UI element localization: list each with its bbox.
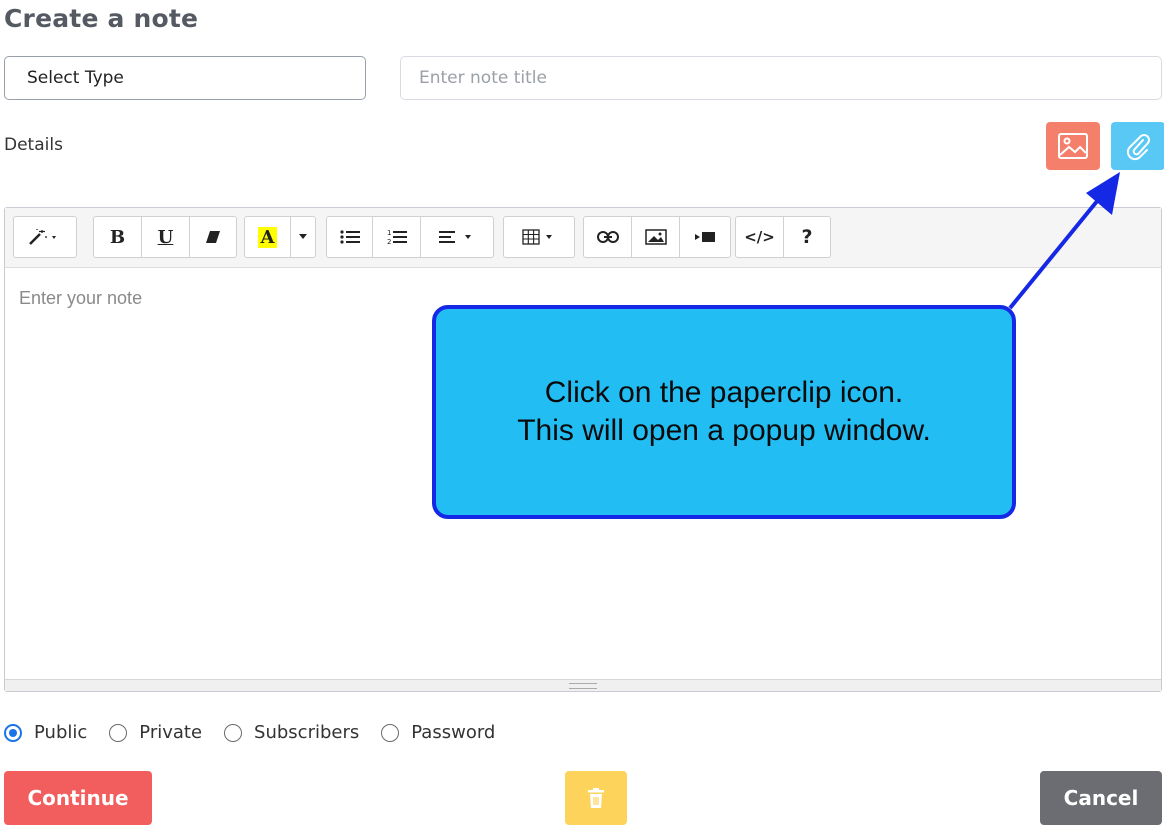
radio-private-circle[interactable] (109, 723, 128, 742)
numbered-list-icon: 1 2 (387, 229, 407, 246)
bullet-list-icon (339, 230, 360, 244)
radio-public[interactable]: Public (4, 722, 87, 743)
details-label: Details (4, 135, 63, 155)
callout-line-2: This will open a popup window. (517, 414, 931, 447)
editor-resize-handle[interactable] (5, 679, 1161, 691)
color-group: A (244, 216, 316, 258)
editor-placeholder: Enter your note (19, 288, 143, 308)
tutorial-callout: Click on the paperclip icon. This will o… (432, 305, 1016, 519)
table-group (503, 216, 575, 258)
align-dropdown-button[interactable] (421, 217, 493, 257)
picture-icon (644, 229, 667, 245)
delete-button[interactable] (565, 771, 627, 825)
link-button[interactable] (584, 217, 632, 257)
color-dropdown-button[interactable] (291, 217, 315, 257)
select-type-dropdown[interactable]: Select Type (4, 56, 366, 100)
radio-subscribers-label: Subscribers (254, 722, 360, 743)
bullet-list-button[interactable] (327, 217, 373, 257)
eraser-icon (206, 231, 220, 243)
video-button[interactable] (680, 217, 730, 257)
link-icon (596, 231, 619, 243)
align-icon (439, 231, 471, 243)
paragraph-group: 1 2 (326, 216, 494, 258)
video-icon (695, 232, 715, 242)
trash-icon (588, 788, 604, 808)
clear-format-button[interactable] (190, 217, 236, 257)
editor-toolbar: B U A 1 2 </> ? (5, 208, 1161, 268)
style-dropdown-button[interactable] (14, 217, 76, 257)
image-icon (1058, 133, 1088, 159)
svg-text:2: 2 (387, 238, 391, 246)
radio-private[interactable]: Private (109, 722, 202, 743)
continue-button[interactable]: Continue (4, 771, 152, 825)
radio-public-circle[interactable] (4, 723, 22, 742)
table-dropdown-button[interactable] (504, 217, 574, 257)
insert-group (583, 216, 731, 258)
visibility-radio-group: Public Private Subscribers Password (4, 722, 517, 743)
misc-group: </> ? (735, 216, 831, 258)
magic-wand-icon (29, 229, 56, 245)
paperclip-icon (1126, 134, 1150, 161)
callout-line-1: Click on the paperclip icon. (544, 376, 904, 409)
highlight-color-button[interactable]: A (245, 217, 291, 257)
bold-button[interactable]: B (94, 217, 142, 257)
table-icon (522, 229, 552, 245)
page-title: Create a note (4, 4, 199, 33)
svg-text:1: 1 (387, 229, 391, 237)
style-group (13, 216, 77, 258)
radio-password-circle[interactable] (381, 723, 400, 742)
code-view-button[interactable]: </> (736, 217, 784, 257)
help-button[interactable]: ? (784, 217, 830, 257)
attach-file-button[interactable] (1111, 122, 1164, 170)
cancel-button[interactable]: Cancel (1040, 771, 1162, 825)
resize-grip-icon (569, 683, 597, 689)
underline-button[interactable]: U (142, 217, 190, 257)
highlight-color-label: A (257, 226, 278, 248)
radio-password-label: Password (411, 722, 496, 743)
insert-image-button[interactable] (1046, 122, 1100, 170)
radio-subscribers-circle[interactable] (224, 723, 243, 742)
font-style-group: B U (93, 216, 237, 258)
radio-private-label: Private (139, 722, 203, 743)
picture-button[interactable] (632, 217, 680, 257)
select-type-label: Select Type (27, 68, 124, 88)
radio-public-label: Public (34, 722, 88, 743)
chevron-down-icon (299, 234, 307, 239)
numbered-list-button[interactable]: 1 2 (373, 217, 421, 257)
radio-subscribers[interactable]: Subscribers (224, 722, 359, 743)
note-title-input[interactable] (400, 56, 1162, 100)
radio-password[interactable]: Password (381, 722, 495, 743)
